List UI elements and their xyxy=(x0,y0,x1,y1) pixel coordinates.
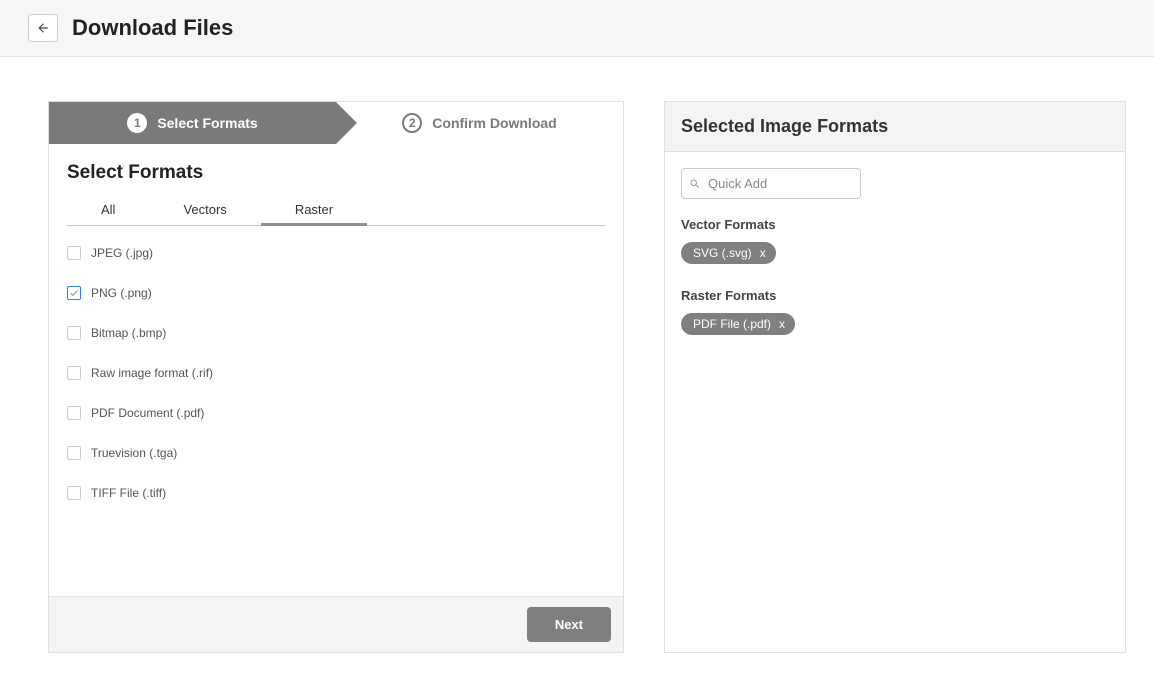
stepper: 1 Select Formats 2 Confirm Download xyxy=(49,102,623,144)
panel-footer: Next xyxy=(49,596,623,652)
format-label: Truevision (.tga) xyxy=(91,446,177,460)
tab-vectors[interactable]: Vectors xyxy=(149,194,260,225)
format-item[interactable]: JPEG (.jpg) xyxy=(67,246,605,260)
page-header: Download Files xyxy=(0,0,1154,57)
tab-all[interactable]: All xyxy=(67,194,149,225)
format-label: PNG (.png) xyxy=(91,286,152,300)
quick-add-input[interactable] xyxy=(681,168,861,199)
chip-label: PDF File (.pdf) xyxy=(693,317,771,331)
back-button[interactable] xyxy=(28,14,58,42)
step-label: Select Formats xyxy=(157,115,257,131)
format-label: Raw image format (.rif) xyxy=(91,366,213,380)
selected-formats-body: Vector Formats SVG (.svg) x Raster Formats P… xyxy=(665,152,1125,375)
tab-raster[interactable]: Raster xyxy=(261,194,367,225)
format-group-label: Vector Formats xyxy=(681,217,1109,232)
content-area: 1 Select Formats 2 Confirm Download Select … xyxy=(0,57,1154,681)
step-2[interactable]: 2 Confirm Download xyxy=(336,102,623,144)
format-label: TIFF File (.tiff) xyxy=(91,486,166,500)
format-label: JPEG (.jpg) xyxy=(91,246,153,260)
check-icon xyxy=(69,288,79,298)
format-group-label: Raster Formats xyxy=(681,288,1109,303)
format-label: PDF Document (.pdf) xyxy=(91,406,204,420)
chip-row: PDF File (.pdf) x xyxy=(681,313,1109,335)
format-checkbox[interactable] xyxy=(67,486,81,500)
quick-add-search xyxy=(681,168,861,199)
arrow-left-icon xyxy=(36,21,50,35)
next-button[interactable]: Next xyxy=(527,607,611,642)
chip-label: SVG (.svg) xyxy=(693,246,752,260)
format-checkbox[interactable] xyxy=(67,326,81,340)
search-icon xyxy=(689,178,701,190)
chip-row: SVG (.svg) x xyxy=(681,242,1109,264)
format-checkbox[interactable] xyxy=(67,406,81,420)
selected-formats-title: Selected Image Formats xyxy=(665,102,1125,152)
selected-formats-panel: Selected Image Formats Vector Formats SVG… xyxy=(664,101,1126,653)
format-item[interactable]: PDF Document (.pdf) xyxy=(67,406,605,420)
format-item[interactable]: TIFF File (.tiff) xyxy=(67,486,605,500)
step-number: 1 xyxy=(127,113,147,133)
step-1[interactable]: 1 Select Formats xyxy=(49,102,336,144)
wizard-panel: 1 Select Formats 2 Confirm Download Select … xyxy=(48,101,624,653)
format-checkbox[interactable] xyxy=(67,246,81,260)
format-item[interactable]: Raw image format (.rif) xyxy=(67,366,605,380)
format-list: JPEG (.jpg) PNG (.png) Bitmap (.bmp) Raw im… xyxy=(67,246,605,596)
format-chip: PDF File (.pdf) x xyxy=(681,313,795,335)
format-item[interactable]: Truevision (.tga) xyxy=(67,446,605,460)
format-item[interactable]: PNG (.png) xyxy=(67,286,605,300)
panel-heading: Select Formats xyxy=(67,162,605,184)
tab-bar: AllVectorsRaster xyxy=(67,194,605,226)
panel-body: Select Formats AllVectorsRaster JPEG (.j… xyxy=(49,144,623,596)
step-label: Confirm Download xyxy=(432,115,556,131)
format-chip: SVG (.svg) x xyxy=(681,242,776,264)
format-checkbox[interactable] xyxy=(67,446,81,460)
page-title: Download Files xyxy=(72,15,233,41)
step-number: 2 xyxy=(402,113,422,133)
chip-remove[interactable]: x xyxy=(779,318,785,330)
chip-remove[interactable]: x xyxy=(760,247,766,259)
format-checkbox[interactable] xyxy=(67,366,81,380)
format-label: Bitmap (.bmp) xyxy=(91,326,166,340)
format-item[interactable]: Bitmap (.bmp) xyxy=(67,326,605,340)
format-checkbox[interactable] xyxy=(67,286,81,300)
